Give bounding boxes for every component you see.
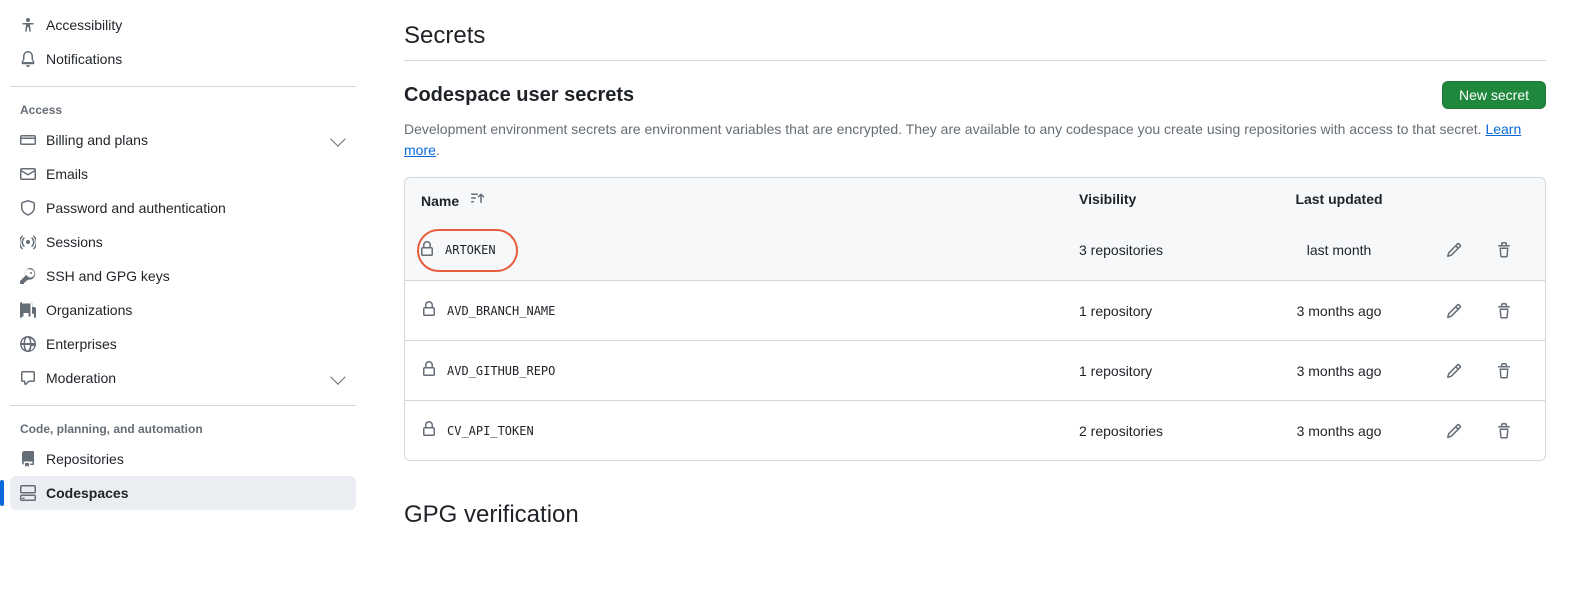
codespaces-icon [20, 485, 36, 501]
highlight-pill: ARTOKEN [417, 229, 518, 272]
delete-button[interactable] [1479, 242, 1529, 258]
sidebar-item-sessions[interactable]: Sessions [10, 225, 356, 259]
globe-icon [20, 336, 36, 352]
card-icon [20, 132, 36, 148]
sidebar-item-codespaces[interactable]: Codespaces [10, 476, 356, 510]
table-row: AVD_BRANCH_NAME 1 repository3 months ago [405, 280, 1545, 340]
col-visibility[interactable]: Visibility [1079, 191, 1249, 207]
lock-icon [419, 241, 435, 260]
bell-icon [20, 51, 36, 67]
org-icon [20, 302, 36, 318]
edit-button[interactable] [1429, 242, 1479, 258]
secret-name: ARTOKEN [445, 243, 496, 257]
sidebar-item-password-and-authentication[interactable]: Password and authentication [10, 191, 356, 225]
visibility-cell: 3 repositories [1079, 242, 1249, 258]
broadcast-icon [20, 234, 36, 250]
sidebar-item-label: Enterprises [46, 336, 346, 352]
table-row: ARTOKEN 3 repositorieslast month [405, 220, 1545, 280]
name-cell: ARTOKEN [421, 229, 1079, 272]
col-name[interactable]: Name [421, 190, 1079, 209]
edit-button[interactable] [1429, 423, 1479, 439]
table-header: Name Visibility Last updated [405, 178, 1545, 220]
sidebar-item-repositories[interactable]: Repositories [10, 442, 356, 476]
sidebar-item-ssh-and-gpg-keys[interactable]: SSH and GPG keys [10, 259, 356, 293]
gpg-heading: GPG verification [404, 501, 1546, 529]
lock-icon [421, 361, 437, 380]
sidebar-item-billing-and-plans[interactable]: Billing and plans [10, 123, 356, 157]
sidebar-item-moderation[interactable]: Moderation [10, 361, 356, 395]
table-row: CV_API_TOKEN 2 repositories3 months ago [405, 400, 1545, 460]
sidebar-item-label: Billing and plans [46, 132, 321, 148]
comment-icon [20, 370, 36, 386]
section-access-heading: Access [10, 93, 356, 123]
secrets-description: Development environment secrets are envi… [404, 119, 1546, 161]
description-text: Development environment secrets are envi… [404, 121, 1485, 137]
new-secret-button[interactable]: New secret [1442, 81, 1546, 109]
delete-button[interactable] [1479, 303, 1529, 319]
subsection-title: Codespace user secrets [404, 84, 634, 107]
sidebar-item-label: Accessibility [46, 17, 346, 33]
settings-sidebar: Accessibility Notifications Access Billin… [0, 0, 356, 604]
edit-button[interactable] [1429, 363, 1479, 379]
visibility-cell: 2 repositories [1079, 423, 1249, 439]
col-updated[interactable]: Last updated [1249, 191, 1429, 207]
sidebar-item-label: Notifications [46, 51, 346, 67]
key-icon [20, 268, 36, 284]
mail-icon [20, 166, 36, 182]
delete-button[interactable] [1479, 363, 1529, 379]
lock-icon [421, 421, 437, 440]
visibility-cell: 1 repository [1079, 303, 1249, 319]
sidebar-item-organizations[interactable]: Organizations [10, 293, 356, 327]
secret-name: AVD_BRANCH_NAME [447, 304, 555, 318]
lock-icon [421, 301, 437, 320]
sidebar-item-label: Sessions [46, 234, 346, 250]
repo-icon [20, 451, 36, 467]
sort-asc-icon [469, 190, 485, 206]
sidebar-item-label: Repositories [46, 451, 346, 467]
section-code-heading: Code, planning, and automation [10, 412, 356, 442]
name-cell: AVD_GITHUB_REPO [421, 361, 1079, 380]
shield-icon [20, 200, 36, 216]
edit-button[interactable] [1429, 303, 1479, 319]
sidebar-item-emails[interactable]: Emails [10, 157, 356, 191]
name-cell: CV_API_TOKEN [421, 421, 1079, 440]
updated-cell: 3 months ago [1249, 423, 1429, 439]
divider [10, 405, 356, 406]
delete-button[interactable] [1479, 423, 1529, 439]
table-row: AVD_GITHUB_REPO 1 repository3 months ago [405, 340, 1545, 400]
updated-cell: 3 months ago [1249, 363, 1429, 379]
accessibility-icon [20, 17, 36, 33]
sidebar-item-enterprises[interactable]: Enterprises [10, 327, 356, 361]
sidebar-item-label: Moderation [46, 370, 321, 386]
sidebar-item-label: Emails [46, 166, 346, 182]
sidebar-item-label: Codespaces [46, 485, 346, 501]
secret-name: AVD_GITHUB_REPO [447, 364, 555, 378]
name-cell: AVD_BRANCH_NAME [421, 301, 1079, 320]
subsection-header: Codespace user secrets New secret [404, 81, 1546, 109]
sidebar-item-notifications[interactable]: Notifications [10, 42, 356, 76]
divider [10, 86, 356, 87]
sidebar-item-label: Password and authentication [46, 200, 346, 216]
secrets-table: Name Visibility Last updated ARTOKEN 3 re… [404, 177, 1546, 461]
sidebar-item-label: Organizations [46, 302, 346, 318]
sidebar-item-label: SSH and GPG keys [46, 268, 346, 284]
main-content: Secrets Codespace user secrets New secre… [356, 0, 1594, 604]
updated-cell: 3 months ago [1249, 303, 1429, 319]
page-title: Secrets [404, 22, 1546, 61]
visibility-cell: 1 repository [1079, 363, 1249, 379]
updated-cell: last month [1249, 242, 1429, 258]
sidebar-item-accessibility[interactable]: Accessibility [10, 8, 356, 42]
secret-name: CV_API_TOKEN [447, 424, 534, 438]
